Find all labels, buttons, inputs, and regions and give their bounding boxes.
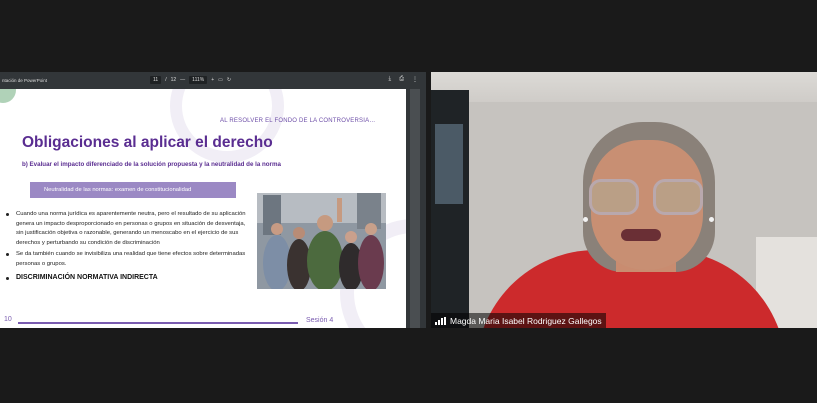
window <box>431 90 469 328</box>
pdf-title: ntación de PowerPoint <box>2 78 48 83</box>
list-item: Cuando una norma jurídica es aparentemen… <box>6 210 251 248</box>
pdf-actions: ⤓ ⎙ ⋮ <box>389 76 418 83</box>
scrollbar[interactable] <box>406 89 426 328</box>
list-item: Se da también cuando se invisibiliza una… <box>6 250 251 269</box>
rotate-icon[interactable]: ↻ <box>227 77 231 83</box>
zoom-in-button[interactable]: + <box>211 77 214 83</box>
shared-screen: ntación de PowerPoint 11 / 12 — 111% + ▭… <box>0 72 426 328</box>
slide-kicker: AL RESOLVER EL FONDO DE LA CONTROVERSIA… <box>220 118 376 124</box>
more-icon[interactable]: ⋮ <box>412 76 418 83</box>
protest-photo <box>257 193 386 289</box>
slide: AL RESOLVER EL FONDO DE LA CONTROVERSIA…… <box>0 89 406 328</box>
signal-strength-icon <box>435 316 446 325</box>
glasses-lens-right <box>653 179 703 215</box>
glasses-lens-left <box>589 179 639 215</box>
slide-session: Sesión 4 <box>306 317 334 324</box>
slide-page-number: 10 <box>4 316 12 323</box>
earring <box>709 217 714 222</box>
slide-title: Obligaciones al aplicar el derecho <box>22 134 273 151</box>
participant-name: Magda Maria Isabel Rodriguez Gallegos <box>450 315 602 326</box>
zoom-out-button[interactable]: — <box>180 77 185 83</box>
earring <box>583 217 588 222</box>
fit-page-icon[interactable]: ▭ <box>218 77 223 83</box>
participant-video[interactable]: Magda Maria Isabel Rodriguez Gallegos <box>431 72 817 328</box>
page-total: 12 <box>170 77 177 83</box>
scrollbar-thumb[interactable] <box>410 89 420 328</box>
print-icon[interactable]: ⎙ <box>399 76 404 83</box>
page-separator: / <box>165 77 167 83</box>
zoom-level[interactable]: 111% <box>189 76 208 84</box>
bullet-list: Cuando una norma jurídica es aparentemen… <box>6 210 251 285</box>
slide-tag: Neutralidad de las normas: examen de con… <box>30 182 236 198</box>
pdf-controls: 11 / 12 — 111% + ▭ ↻ <box>150 76 231 84</box>
divider <box>18 322 298 324</box>
ceiling <box>431 72 817 102</box>
slide-subtitle: b) Evaluar el impacto diferenciado de la… <box>22 161 281 168</box>
list-item-bold: DISCRIMINACIÓN NORMATIVA INDIRECTA <box>6 273 251 283</box>
participant-nameplate: Magda Maria Isabel Rodriguez Gallegos <box>431 313 606 328</box>
person-mouth <box>621 229 661 241</box>
page-input[interactable]: 11 <box>150 76 162 84</box>
decor-circle <box>0 89 16 103</box>
window-pane <box>435 124 463 204</box>
pdf-toolbar: ntación de PowerPoint 11 / 12 — 111% + ▭… <box>0 72 426 89</box>
download-icon[interactable]: ⤓ <box>389 76 392 83</box>
